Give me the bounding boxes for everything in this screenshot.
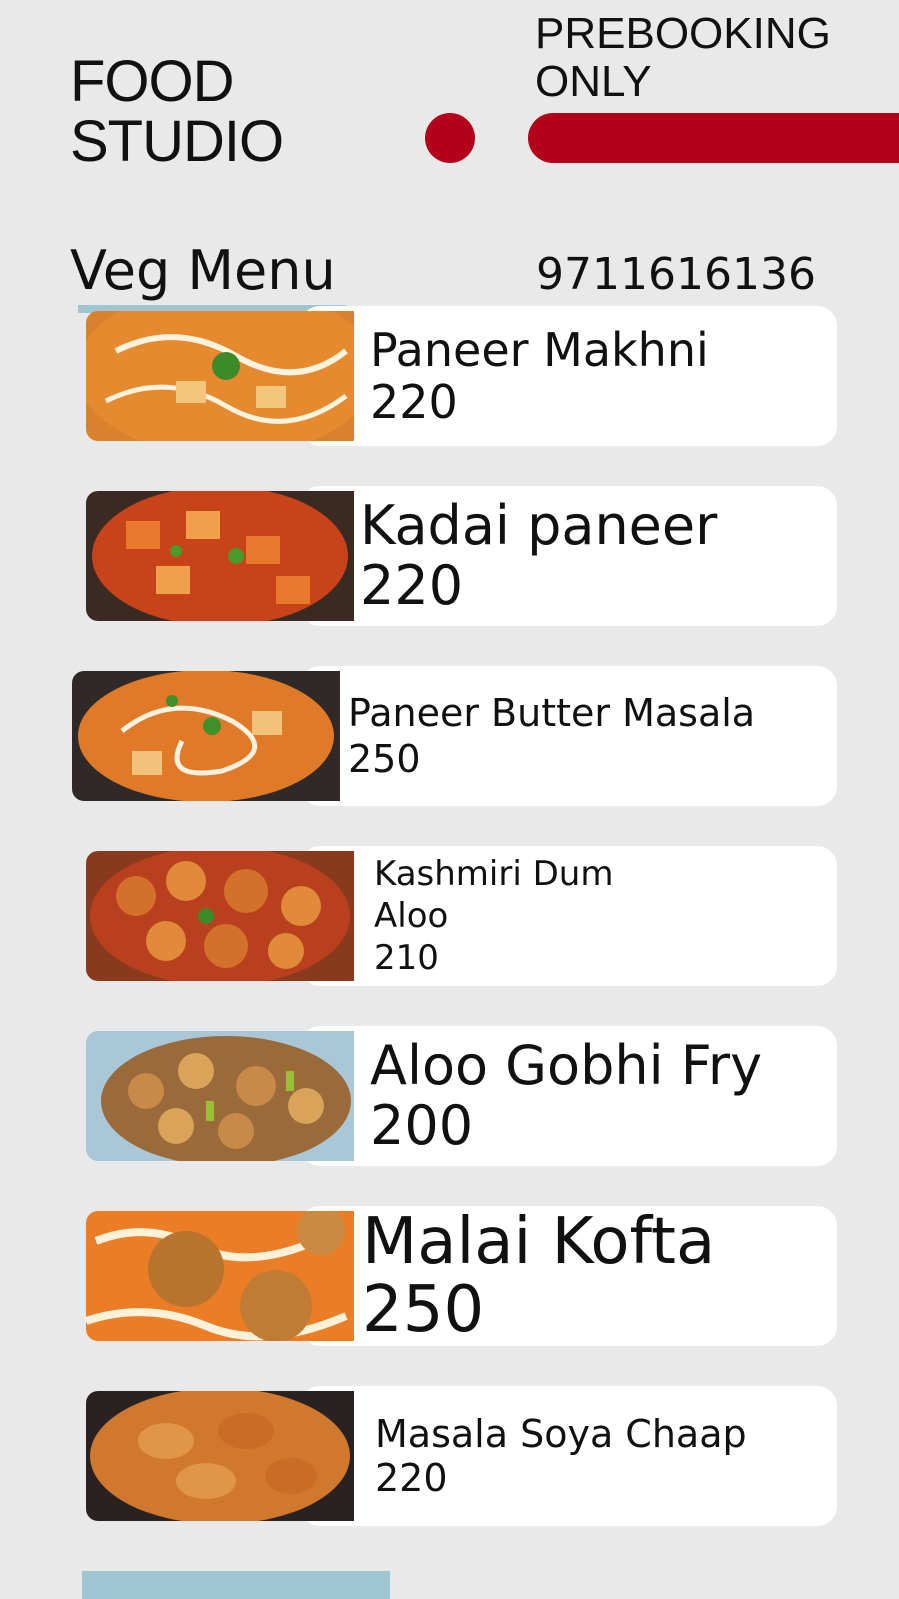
masala-soya-chaap-image (86, 1391, 354, 1521)
menu-item-text: Malai Kofta 250 (362, 1206, 715, 1346)
aloo-gobhi-fry-image (86, 1031, 354, 1161)
menu-item[interactable]: Kashmiri Dum Aloo 210 (80, 846, 837, 986)
accent-dot (425, 113, 475, 163)
menu-title: Veg Menu (70, 239, 336, 302)
menu-item-name-line-2: Aloo (374, 896, 449, 936)
menu-item-text: Masala Soya Chaap 220 (375, 1386, 747, 1526)
menu-item[interactable]: Aloo Gobhi Fry 200 (80, 1026, 837, 1166)
menu-item-text: Paneer Makhni 220 (370, 306, 709, 446)
prebooking-line-1: PREBOOKING (535, 9, 831, 58)
kadai-paneer-image (86, 491, 354, 621)
menu-item-name: Kadai paneer (360, 494, 718, 557)
menu-item-text: Paneer Butter Masala 250 (348, 666, 755, 806)
brand-title: FOOD STUDIO (70, 49, 284, 174)
menu-item-name: Aloo Gobhi Fry (370, 1034, 763, 1097)
menu-item-name: Paneer Makhni (370, 323, 709, 377)
brand-line-2: STUDIO (70, 109, 284, 174)
menu-item[interactable]: Paneer Makhni 220 (80, 306, 837, 446)
paneer-makhni-image (86, 311, 354, 441)
menu-item-price: 200 (370, 1094, 474, 1157)
menu-item[interactable]: Masala Soya Chaap 220 (80, 1386, 837, 1526)
menu-item-price: 250 (348, 737, 421, 781)
brand-line-1: FOOD (70, 49, 235, 114)
prebooking-label: PREBOOKING ONLY (535, 10, 831, 106)
menu-item-name: Malai Kofta (362, 1205, 716, 1279)
menu-item-price: 220 (370, 375, 458, 429)
kashmiri-dum-aloo-image (86, 851, 354, 981)
menu-item-text: Kashmiri Dum Aloo 210 (374, 846, 613, 986)
menu-item-name: Masala Soya Chaap (375, 1412, 747, 1456)
paneer-butter-masala-image (72, 671, 340, 801)
menu-item-text: Aloo Gobhi Fry 200 (370, 1026, 762, 1166)
menu-item[interactable]: Malai Kofta 250 (80, 1206, 837, 1346)
bottom-blue-strip (82, 1571, 390, 1599)
menu-item[interactable]: Kadai paneer 220 (80, 486, 837, 626)
prebooking-line-2: ONLY (535, 57, 652, 106)
menu-item-price: 220 (360, 554, 464, 617)
menu-item-price: 250 (362, 1273, 485, 1347)
menu-item-price: 210 (374, 938, 439, 978)
menu-item-price: 220 (375, 1456, 448, 1500)
menu-item-name-line-1: Kashmiri Dum (374, 854, 614, 894)
phone-number: 9711616136 (536, 249, 816, 300)
accent-bar (528, 113, 899, 163)
menu-item-text: Kadai paneer 220 (360, 486, 717, 626)
menu-item-name: Paneer Butter Masala (348, 691, 756, 735)
malai-kofta-image (86, 1211, 354, 1341)
menu-item[interactable]: Paneer Butter Masala 250 (72, 666, 837, 806)
